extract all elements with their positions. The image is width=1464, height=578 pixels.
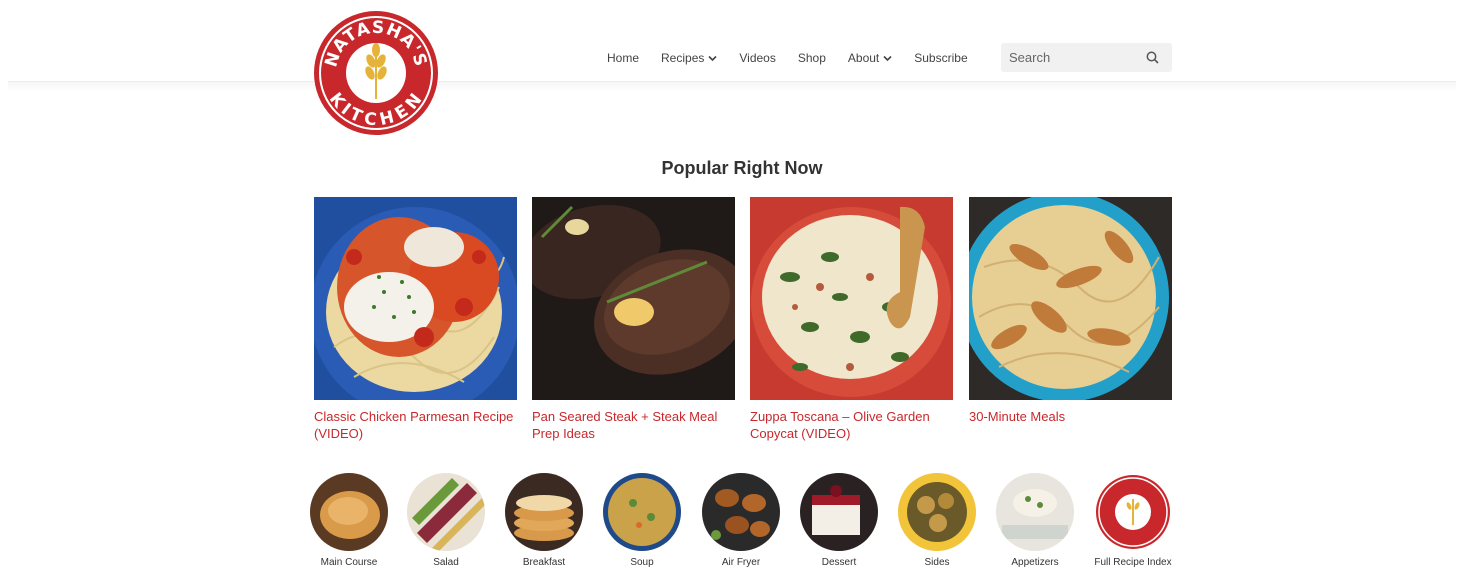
category-sides[interactable]: Sides [892, 473, 982, 569]
full-recipe-index-logo-icon[interactable] [1094, 473, 1172, 551]
zuppa-toscana-image[interactable] [750, 197, 953, 400]
recipe-card-30-minute-meals[interactable]: 30-Minute Meals [969, 197, 1172, 425]
air-fryer-image[interactable] [702, 473, 780, 551]
category-label: Salad [433, 557, 459, 568]
recipe-card-title[interactable]: Classic Chicken Parmesan Recipe (VIDEO) [314, 408, 517, 442]
nav-item-label: About [847, 51, 880, 65]
appetizers-image[interactable] [996, 473, 1074, 551]
category-label: Appetizers [1011, 557, 1059, 568]
recipe-card-title[interactable]: 30-Minute Meals [969, 408, 1172, 425]
category-air-fryer[interactable]: Air Fryer [696, 473, 786, 569]
recipe-card-title[interactable]: Pan Seared Steak + Steak Meal Prep Ideas [532, 408, 735, 442]
search-icon[interactable] [1140, 46, 1164, 70]
breakfast-image[interactable] [505, 473, 583, 551]
steak-image[interactable] [532, 197, 735, 400]
30-minute-meals-image[interactable] [969, 197, 1172, 400]
nav-item-label: Shop [797, 51, 826, 65]
nav-item-shop[interactable]: Shop [798, 51, 826, 65]
recipe-card-chicken-parmesan[interactable]: Classic Chicken Parmesan Recipe (VIDEO) [314, 197, 517, 442]
site-logo[interactable]: NATASHA'S KITCHEN [314, 11, 438, 135]
logo-icon: NATASHA'S KITCHEN [316, 13, 436, 133]
recipe-card-steak[interactable]: Pan Seared Steak + Steak Meal Prep Ideas [532, 197, 735, 442]
category-dessert[interactable]: Dessert [794, 473, 884, 569]
category-appetizers[interactable]: Appetizers [990, 473, 1080, 569]
category-label: Sides [924, 557, 950, 568]
section-title-popular: Popular Right Now [661, 158, 823, 178]
category-soup[interactable]: Soup [597, 473, 687, 569]
recipe-card-zuppa-toscana[interactable]: Zuppa Toscana – Olive Garden Copycat (VI… [750, 197, 953, 442]
chevron-down-icon [708, 55, 717, 61]
chicken-parmesan-image[interactable] [314, 197, 517, 400]
nav-item-label: Recipes [661, 51, 705, 65]
recipe-card-title[interactable]: Zuppa Toscana – Olive Garden Copycat (VI… [750, 408, 953, 442]
salad-image[interactable] [407, 473, 485, 551]
nav-item-label: Videos [739, 51, 776, 65]
main-course-image[interactable] [310, 473, 388, 551]
category-label: Main Course [320, 557, 378, 568]
category-label: Dessert [821, 557, 857, 568]
soup-image[interactable] [603, 473, 681, 551]
nav-item-about[interactable]: About [848, 51, 892, 65]
nav-item-subscribe[interactable]: Subscribe [914, 51, 967, 65]
search-box [1001, 43, 1172, 72]
nav-item-videos[interactable]: Videos [739, 51, 775, 65]
chevron-down-icon [883, 55, 892, 61]
category-label: Air Fryer [721, 557, 761, 568]
category-salad[interactable]: Salad [401, 473, 491, 569]
category-label: Soup [630, 557, 654, 568]
category-label: Full Recipe Index [1094, 557, 1172, 568]
dessert-image[interactable] [800, 473, 878, 551]
nav-item-home[interactable]: Home [607, 51, 639, 65]
header-shadow [8, 82, 1456, 92]
nav-item-recipes[interactable]: Recipes [661, 51, 717, 65]
main-nav: Home Recipes Videos Shop About Subscribe [596, 44, 979, 72]
search-input[interactable] [1001, 43, 1136, 72]
category-label: Breakfast [522, 557, 566, 568]
category-breakfast[interactable]: Breakfast [499, 473, 589, 569]
category-main-course[interactable]: Main Course [304, 473, 394, 569]
nav-item-label: Home [607, 51, 640, 65]
category-full-recipe-index[interactable]: Full Recipe Index [1088, 473, 1178, 569]
sides-image[interactable] [898, 473, 976, 551]
nav-item-label: Subscribe [914, 51, 968, 65]
